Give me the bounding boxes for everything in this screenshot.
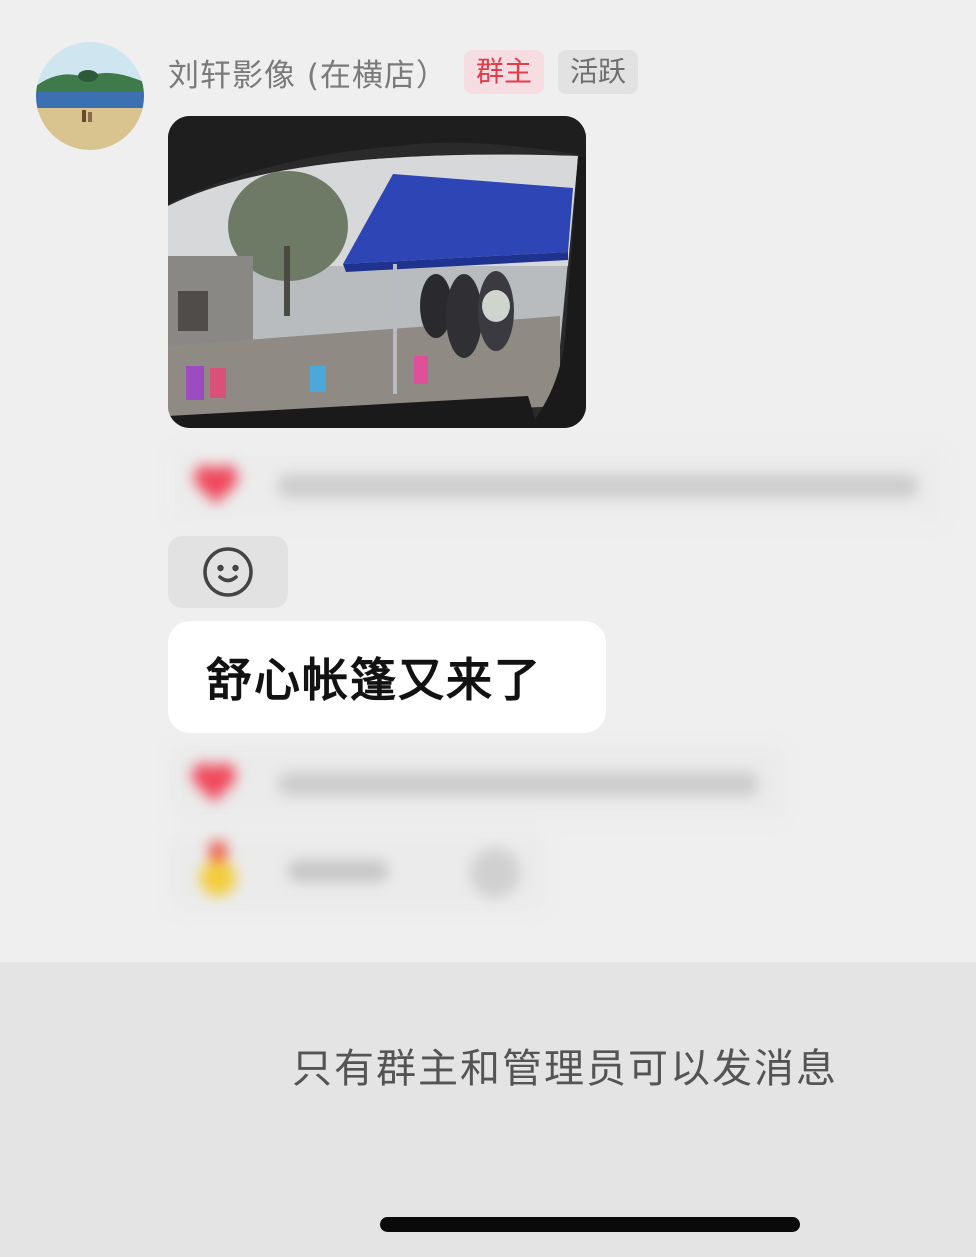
- add-reaction-button[interactable]: [168, 536, 288, 608]
- home-indicator[interactable]: [380, 1217, 800, 1232]
- reaction-users-blurred: [288, 860, 388, 882]
- reaction-list-blurred: [168, 446, 948, 526]
- text-message-bubble[interactable]: 舒心帐篷又来了: [168, 621, 606, 733]
- permission-notice: 只有群主和管理员可以发消息: [292, 1046, 838, 1092]
- active-badge: 活跃: [557, 50, 638, 94]
- medal-icon: [200, 842, 236, 896]
- reaction-list-blurred-2: [168, 744, 788, 916]
- reaction-users-blurred: [278, 772, 758, 796]
- reaction-users-blurred: [278, 474, 918, 498]
- owner-badge: 群主: [463, 50, 544, 94]
- heart-icon: [194, 464, 238, 504]
- photo-rainy-tent-icon: [168, 116, 586, 428]
- smiley-icon: [203, 547, 253, 597]
- smiley-icon: [470, 848, 520, 898]
- sender-name[interactable]: 刘轩影像 (在横店）: [168, 50, 448, 95]
- sender-header: 刘轩影像 (在横店） 群主 活跃: [168, 48, 652, 96]
- reaction-row-blurred: [168, 744, 788, 822]
- composer-disabled-panel: [0, 962, 976, 1257]
- reaction-row-blurred: [168, 830, 548, 912]
- photo-message[interactable]: [168, 116, 586, 428]
- sender-avatar[interactable]: [36, 42, 144, 150]
- message-text: 舒心帐篷又来了: [206, 653, 542, 707]
- heart-icon: [192, 762, 236, 802]
